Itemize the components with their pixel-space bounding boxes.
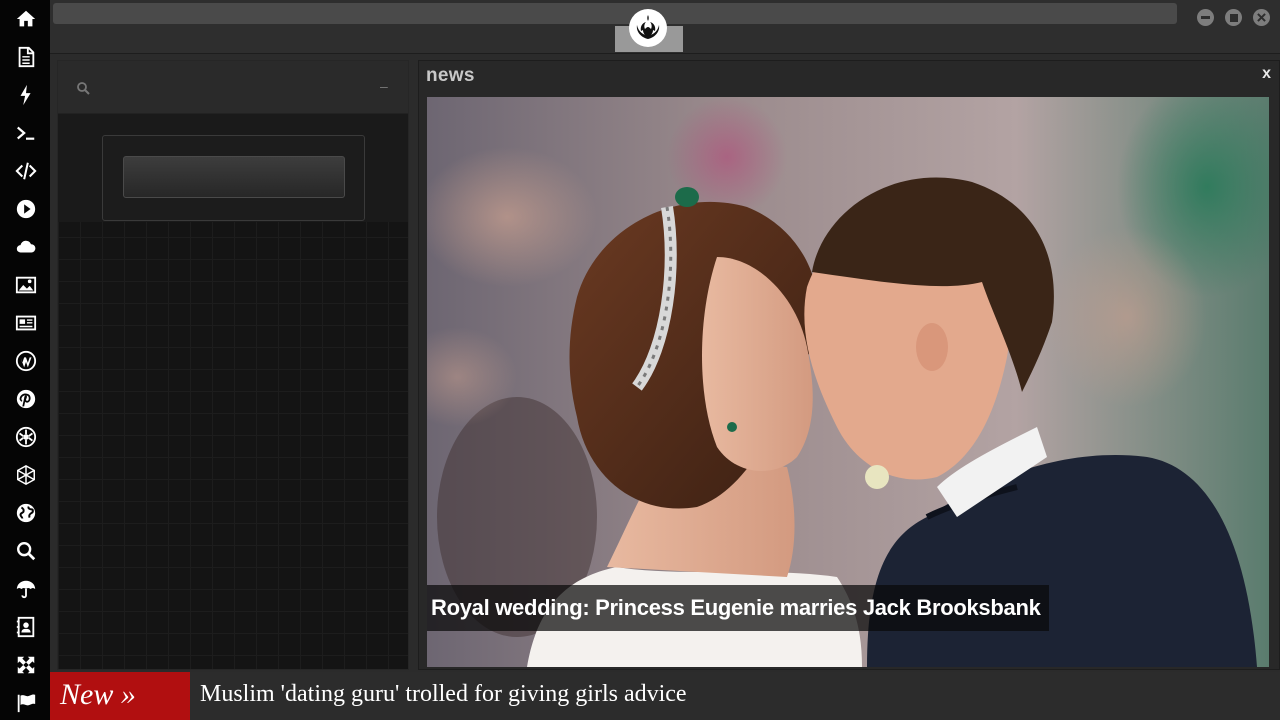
widget-input[interactable] xyxy=(123,156,345,198)
left-icon-rail xyxy=(0,0,50,720)
news-image[interactable]: Royal wedding: Princess Eugenie marries … xyxy=(427,97,1269,667)
news-close-button[interactable]: x xyxy=(1262,65,1271,83)
minimize-button[interactable] xyxy=(1197,9,1214,26)
news-ticker: New » Muslim 'dating guru' trolled for g… xyxy=(50,672,1280,720)
expand-icon[interactable] xyxy=(13,652,39,678)
maximize-button[interactable] xyxy=(1225,9,1242,26)
hexagon-network-icon[interactable] xyxy=(13,462,39,488)
image-icon[interactable] xyxy=(13,272,39,298)
newspaper-icon[interactable] xyxy=(13,310,39,336)
globe-icon[interactable] xyxy=(13,500,39,526)
rebel-alliance-logo-icon[interactable] xyxy=(629,9,667,47)
wordpress-icon[interactable] xyxy=(13,348,39,374)
news-panel-title: news xyxy=(426,65,475,86)
rebel-alliance-icon[interactable] xyxy=(13,424,39,450)
pinterest-icon[interactable] xyxy=(13,386,39,412)
ticker-headline[interactable]: Muslim 'dating guru' trolled for giving … xyxy=(200,672,687,720)
code-icon[interactable] xyxy=(13,158,39,184)
search-icon[interactable] xyxy=(13,538,39,564)
left-panel-header: – xyxy=(58,61,408,114)
home-icon[interactable] xyxy=(13,6,39,32)
ticker-badge: New » xyxy=(50,672,190,720)
collapse-button[interactable]: – xyxy=(380,79,392,93)
left-panel: – xyxy=(57,60,409,670)
play-icon[interactable] xyxy=(13,196,39,222)
umbrella-icon[interactable] xyxy=(13,576,39,602)
flash-icon[interactable] xyxy=(13,82,39,108)
address-bar[interactable] xyxy=(53,3,1177,24)
news-panel: news x Royal wedding: Princess Eugenie m… xyxy=(418,60,1280,670)
flag-icon[interactable] xyxy=(13,690,39,716)
cloud-icon[interactable] xyxy=(13,234,39,260)
document-icon[interactable] xyxy=(13,44,39,70)
news-headline[interactable]: Royal wedding: Princess Eugenie marries … xyxy=(427,585,1049,631)
widget-box xyxy=(102,135,365,221)
top-bar xyxy=(50,0,1280,54)
close-window-button[interactable] xyxy=(1253,9,1270,26)
terminal-icon[interactable] xyxy=(13,120,39,146)
wedding-photo xyxy=(427,97,1269,667)
search-icon[interactable] xyxy=(76,81,90,95)
contacts-icon[interactable] xyxy=(13,614,39,640)
